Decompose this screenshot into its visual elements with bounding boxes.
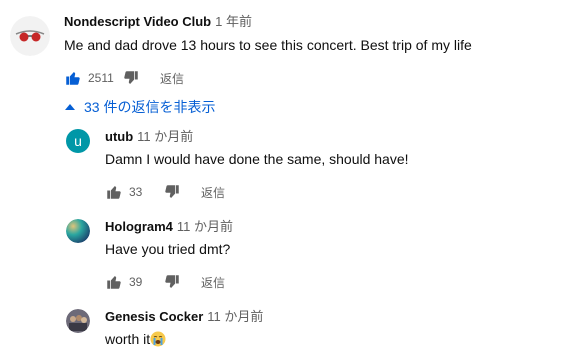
sunglasses-avatar-icon	[10, 16, 50, 56]
like-icon[interactable]	[105, 273, 123, 291]
reply-button[interactable]: 返信	[160, 70, 184, 87]
hologram-avatar-icon	[66, 219, 90, 243]
reply-comment: u utub 11 か月前 Damn I would have done the …	[0, 122, 580, 208]
comment-text: Me and dad drove 13 hours to see this co…	[64, 37, 472, 53]
comment-header: Hologram4 11 か月前	[105, 218, 233, 236]
comment-text-body: worth it	[105, 331, 151, 347]
photo-avatar-icon	[66, 309, 90, 333]
like-count: 2511	[88, 71, 114, 85]
reply-comment: Genesis Cocker 11 か月前 worth it	[0, 302, 580, 352]
comment-time[interactable]: 1 年前	[215, 14, 252, 29]
avatar[interactable]	[66, 309, 90, 333]
crying-face-emoji-icon	[150, 331, 166, 347]
author-name[interactable]: Genesis Cocker	[105, 309, 203, 324]
like-count: 39	[129, 275, 143, 289]
reply-button[interactable]: 返信	[201, 274, 225, 291]
comment-text: worth it	[105, 329, 166, 349]
like-count: 33	[129, 185, 143, 199]
hide-replies-toggle[interactable]: 33 件の返信を非表示	[62, 96, 215, 118]
dislike-icon[interactable]	[122, 69, 140, 87]
avatar[interactable]	[10, 16, 50, 56]
comment-text: Have you tried dmt?	[105, 241, 231, 257]
comment-header: Nondescript Video Club 1 年前	[64, 13, 252, 31]
comment-header: Genesis Cocker 11 か月前	[105, 308, 263, 326]
like-icon[interactable]	[105, 183, 123, 201]
comment-actions: 33 返信	[105, 180, 225, 204]
comment-time[interactable]: 11 か月前	[207, 309, 263, 324]
author-name[interactable]: utub	[105, 129, 133, 144]
avatar[interactable]: u	[66, 129, 90, 153]
caret-up-icon	[62, 99, 78, 115]
reply-comment: Hologram4 11 か月前 Have you tried dmt? 39 返…	[0, 212, 580, 298]
comment-header: utub 11 か月前	[105, 128, 193, 146]
hide-replies-label: 33 件の返信を非表示	[84, 99, 216, 115]
avatar[interactable]	[66, 219, 90, 243]
reply-button[interactable]: 返信	[201, 184, 225, 201]
like-icon[interactable]	[64, 69, 82, 87]
comment-time[interactable]: 11 か月前	[137, 129, 193, 144]
comment-time[interactable]: 11 か月前	[177, 219, 233, 234]
comment-actions: 39 返信	[105, 270, 225, 294]
author-name[interactable]: Hologram4	[105, 219, 173, 234]
comment-text: Damn I would have done the same, should …	[105, 151, 409, 167]
top-comment: Nondescript Video Club 1 年前 Me and dad dr…	[0, 0, 580, 96]
avatar-letter: u	[74, 133, 82, 149]
dislike-icon[interactable]	[163, 273, 181, 291]
author-name[interactable]: Nondescript Video Club	[64, 14, 211, 29]
comment-actions: 2511 返信	[64, 66, 184, 90]
dislike-icon[interactable]	[163, 183, 181, 201]
